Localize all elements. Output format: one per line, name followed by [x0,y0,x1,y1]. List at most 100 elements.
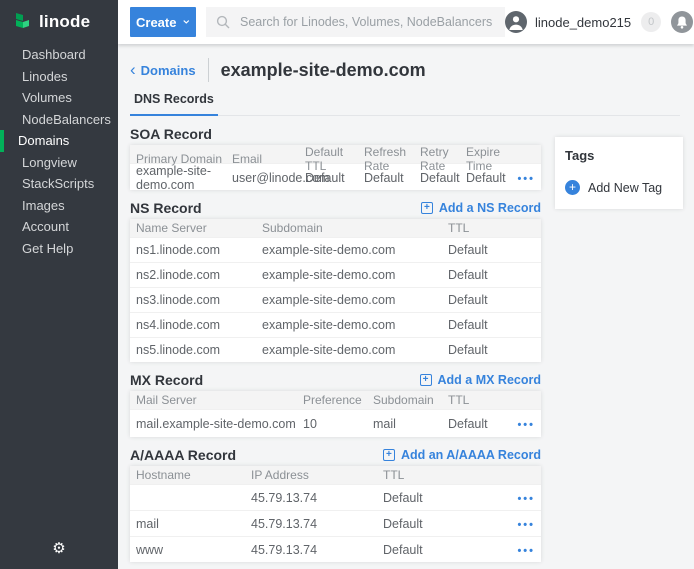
sidebar-item-label: Volumes [22,90,72,105]
sidebar-item-domains[interactable]: Domains [0,130,118,152]
table-cell: Default [448,268,541,282]
sidebar-item-longview[interactable]: Longview [0,152,118,174]
sidebar-item-label: Linodes [22,69,68,84]
settings-gear-icon[interactable]: ⚙ [0,541,118,556]
row-actions: ••• [506,491,541,505]
add-record-link[interactable]: + Add an A/AAAA Record [383,448,541,462]
column-header: TTL [383,468,506,482]
table-cell: 45.79.13.74 [251,543,383,557]
action-menu-ellipsis-button[interactable]: ••• [517,419,535,431]
row-actions: ••• [506,517,541,531]
table-cell: 10 [303,417,373,431]
table-cell: Default [448,318,541,332]
create-button[interactable]: Create [130,7,196,37]
column-header: IP Address [251,468,383,482]
column-header: TTL [448,221,541,235]
table-cell: mail [130,517,251,531]
table-row: ns1.linode.comexample-site-demo.comDefau… [130,237,541,262]
table-cell: Default [364,171,420,185]
record-section: A/AAAA Record + Add an A/AAAA Record Hostna… [130,446,541,562]
sidebar-item-linodes[interactable]: Linodes [0,66,118,88]
action-menu-ellipsis-button[interactable]: ••• [517,493,535,505]
add-plus-icon: + [383,449,395,461]
action-menu-ellipsis-button[interactable]: ••• [517,519,535,531]
brand-logo[interactable]: linode [0,0,118,44]
column-header: Email [232,152,305,166]
column-header: Retry Rate [420,145,466,173]
table-header-row: Primary DomainEmailDefault TTLRefresh Ra… [130,145,541,163]
add-record-link[interactable]: + Add a MX Record [420,373,542,387]
add-record-label: Add a MX Record [438,373,542,387]
sidebar-item-get-help[interactable]: Get Help [0,238,118,260]
tags-title: Tags [565,148,673,163]
table-cell: ns2.linode.com [130,268,262,282]
table-cell: example-site-demo.com [262,243,448,257]
sidebar: Dashboard Linodes Volumes NodeBalancers Doma… [0,44,118,569]
sidebar-nav: Dashboard Linodes Volumes NodeBalancers Doma… [0,44,118,259]
sidebar-item-dashboard[interactable]: Dashboard [0,44,118,66]
table-header-row: Name ServerSubdomainTTL [130,219,541,237]
notifications-bell-button[interactable] [671,11,693,33]
table-header-row: HostnameIP AddressTTL [130,466,541,484]
column-header: TTL [448,393,506,407]
section-title: A/AAAA Record [130,447,236,463]
table-cell: Default [420,171,466,185]
search-icon [216,15,230,29]
record-section: NS Record+Add a NS RecordName ServerSubd… [130,199,541,362]
linode-logo-icon [13,12,32,32]
table-row: www45.79.13.74Default••• [130,536,541,562]
sidebar-item-account[interactable]: Account [0,216,118,238]
add-plus-icon: + [421,202,433,214]
username[interactable]: linode_demo215 [535,15,631,30]
sidebar-item-volumes[interactable]: Volumes [0,87,118,109]
breadcrumb-back-link[interactable]: ‹ Domains [130,63,196,78]
table-cell: ns1.linode.com [130,243,262,257]
brand-name: linode [39,12,90,32]
table-cell: Default [448,417,506,431]
add-plus-icon: + [420,374,432,386]
sidebar-item-label: Longview [22,155,77,170]
sidebar-item-label: Domains [18,133,69,148]
sidebar-item-label: Images [22,198,65,213]
table-cell: Default [383,491,506,505]
sidebar-item-images[interactable]: Images [0,195,118,217]
table-cell: Default [305,171,364,185]
page-title: example-site-demo.com [221,60,426,81]
table-cell: user@linode.com [232,171,305,185]
column-header: Preference [303,393,373,407]
table-row: ns3.linode.comexample-site-demo.comDefau… [130,287,541,312]
table-cell: Default [448,243,541,257]
sidebar-item-nodebalancers[interactable]: NodeBalancers [0,109,118,131]
tab-dns-records[interactable]: DNS Records [130,92,218,116]
section-title: SOA Record [130,126,212,142]
column-header: Hostname [130,468,251,482]
tags-panel: Tags + Add New Tag [555,137,683,209]
table-cell: Default [383,543,506,557]
action-menu-ellipsis-button[interactable]: ••• [517,173,535,185]
add-record-link[interactable]: + Add a NS Record [421,201,541,215]
action-menu-ellipsis-button[interactable]: ••• [517,545,535,557]
add-record-label: Add an A/AAAA Record [401,448,541,462]
record-section: MX Record+Add a MX RecordMail ServerPref… [130,371,541,437]
topbar-right: linode_demo215 0 [505,11,693,33]
chevron-left-icon: ‹ [130,63,136,77]
breadcrumb-back-label: Domains [141,63,196,78]
table-cell: ns5.linode.com [130,343,262,357]
column-header: Subdomain [262,221,448,235]
table-cell: Default [448,293,541,307]
table-row: ns5.linode.comexample-site-demo.comDefau… [130,337,541,362]
add-record-label: Add a NS Record [439,201,541,215]
main-content: ‹ Domains example-site-demo.com DNS Reco… [118,44,694,569]
search-bar[interactable] [206,7,505,37]
sidebar-item-label: NodeBalancers [22,112,111,127]
sidebar-item-label: Dashboard [22,47,86,62]
add-new-tag-button[interactable]: + Add New Tag [565,180,673,195]
sidebar-item-stackscripts[interactable]: StackScripts [0,173,118,195]
avatar[interactable] [505,11,527,33]
column-header: Subdomain [373,393,448,407]
notification-badge[interactable]: 0 [641,12,661,32]
table-cell: Default [383,517,506,531]
create-button-label: Create [136,15,176,30]
table-row: mail45.79.13.74Default••• [130,510,541,536]
search-input[interactable] [238,14,495,30]
